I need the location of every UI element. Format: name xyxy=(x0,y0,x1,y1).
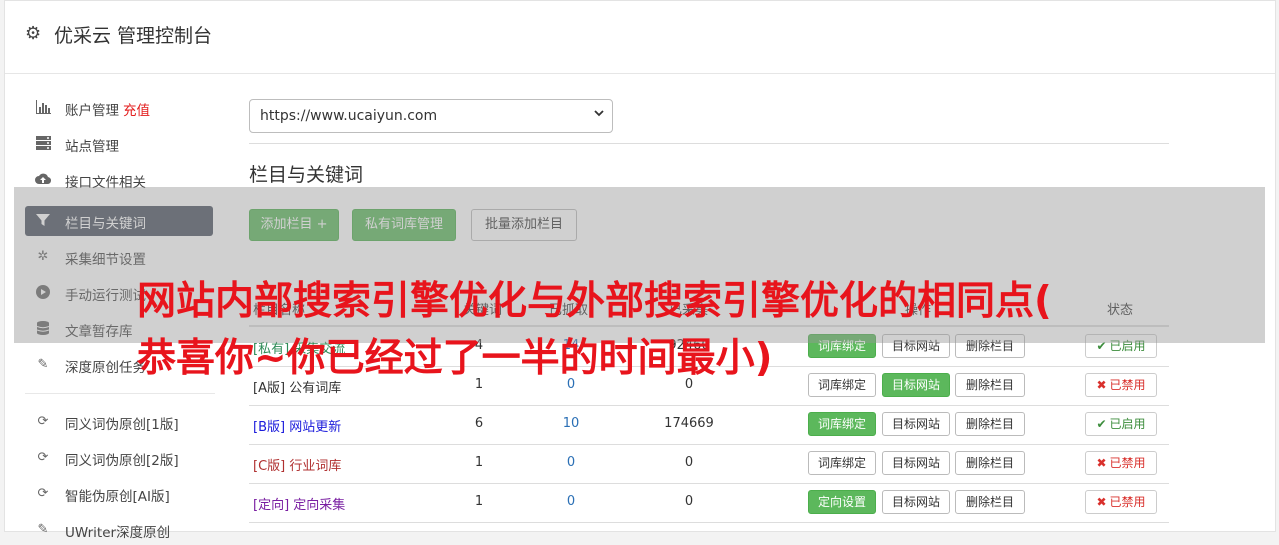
target-site-button[interactable]: 目标网站 xyxy=(882,490,950,514)
refresh-icon: ⟳ xyxy=(37,450,49,465)
sidebar-divider xyxy=(25,393,215,394)
column-tag: [C版] xyxy=(253,459,286,474)
delete-column-button[interactable]: 删除栏目 xyxy=(955,451,1025,475)
column-title: 网站更新 xyxy=(289,420,342,435)
sidebar-item-label: 同义词伪原创[1版] xyxy=(65,417,179,433)
table-row: [定向] 定向采集 1 0 0 定向设置 目标网站 删除栏目 ✖ 已禁用 xyxy=(249,483,1169,523)
status-toggle[interactable]: ✔ 已启用 xyxy=(1085,412,1157,436)
cell-col2: 6 xyxy=(474,416,484,431)
edit-icon: ✎ xyxy=(37,357,49,372)
bind-library-button[interactable]: 定向设置 xyxy=(808,490,876,514)
delete-column-button[interactable]: 删除栏目 xyxy=(955,412,1025,436)
sidebar-item-label: 深度原创任务 xyxy=(65,360,146,376)
refresh-icon: ⟳ xyxy=(37,486,49,501)
cross-icon: ✖ xyxy=(1096,495,1107,509)
sidebar-item-label: UWriter深度原创 xyxy=(65,525,171,541)
sidebar-item-uwriter[interactable]: ✎ UWriter深度原创 xyxy=(25,515,213,545)
status-toggle[interactable]: ✖ 已禁用 xyxy=(1085,451,1157,475)
check-icon: ✔ xyxy=(1096,417,1107,431)
status-label: 已禁用 xyxy=(1109,378,1146,392)
section-title: 栏目与关键词 xyxy=(249,164,364,186)
delete-column-button[interactable]: 删除栏目 xyxy=(955,373,1025,397)
site-select-value: https://www.ucaiyun.com xyxy=(260,108,438,124)
column-name[interactable]: [定向] 定向采集 xyxy=(253,494,345,513)
overlay-headline-1: 网站内部搜索引擎优化与外部搜索引擎优化的相同点( xyxy=(137,279,1052,324)
column-title: 定向采集 xyxy=(293,498,346,513)
column-tag: [A版] xyxy=(253,381,286,396)
target-site-button[interactable]: 目标网站 xyxy=(882,373,950,397)
cell-col2: 1 xyxy=(474,494,484,509)
cell-col4: 0 xyxy=(684,494,694,509)
cell-col4: 174669 xyxy=(664,416,714,431)
delete-column-button[interactable]: 删除栏目 xyxy=(955,490,1025,514)
cell-col4: 0 xyxy=(684,455,694,470)
header-bar: ⚙ 优采云 管理控制台 xyxy=(5,1,1275,74)
sidebar-item-synonym-v2[interactable]: ⟳ 同义词伪原创[2版] xyxy=(25,443,213,473)
target-site-button[interactable]: 目标网站 xyxy=(882,451,950,475)
cross-icon: ✖ xyxy=(1096,456,1107,470)
status-toggle[interactable]: ✖ 已禁用 xyxy=(1085,373,1157,397)
cell-col3: 0 xyxy=(566,455,576,470)
column-name[interactable]: [B版] 网站更新 xyxy=(253,416,341,435)
status-toggle[interactable]: ✖ 已禁用 xyxy=(1085,490,1157,514)
overlay-headline-2: 恭喜你~你已经过了一半的时间最小) xyxy=(137,336,773,381)
sidebar-item-label: 站点管理 xyxy=(65,139,119,155)
table-row: [C版] 行业词库 1 0 0 词库绑定 目标网站 删除栏目 ✖ 已禁用 xyxy=(249,444,1169,484)
server-icon xyxy=(35,136,51,154)
status-label: 已禁用 xyxy=(1109,495,1146,509)
refresh-icon: ⟳ xyxy=(37,414,49,429)
gear-icon: ⚙ xyxy=(25,23,42,44)
sidebar-item-label: 账户管理 xyxy=(65,103,119,119)
sidebar-item-account[interactable]: 账户管理 充值 xyxy=(25,93,213,123)
sidebar-item-label: 智能伪原创[AI版] xyxy=(65,489,170,505)
bind-library-button[interactable]: 词库绑定 xyxy=(808,412,876,436)
cell-col3: 0 xyxy=(566,494,576,509)
sidebar-item-ai-rewrite[interactable]: ⟳ 智能伪原创[AI版] xyxy=(25,479,213,509)
recharge-link[interactable]: 充值 xyxy=(123,103,150,119)
column-name[interactable]: [C版] 行业词库 xyxy=(253,455,341,474)
divider xyxy=(249,143,1169,144)
sidebar-item-synonym-v1[interactable]: ⟳ 同义词伪原创[1版] xyxy=(25,407,213,437)
page-title: 优采云 管理控制台 xyxy=(54,25,213,47)
bind-library-button[interactable]: 词库绑定 xyxy=(808,373,876,397)
bar-chart-icon xyxy=(35,100,51,118)
sidebar-item-label: 同义词伪原创[2版] xyxy=(65,453,179,469)
column-title: 公有词库 xyxy=(289,381,342,396)
target-site-button[interactable]: 目标网站 xyxy=(882,412,950,436)
status-label: 已启用 xyxy=(1109,417,1146,431)
column-tag: [B版] xyxy=(253,420,286,435)
chevron-down-icon xyxy=(594,107,604,122)
site-select[interactable]: https://www.ucaiyun.com xyxy=(249,99,613,133)
cross-icon: ✖ xyxy=(1096,378,1107,392)
status-label: 已禁用 xyxy=(1109,456,1146,470)
sidebar-item-sites[interactable]: 站点管理 xyxy=(25,129,213,159)
table-row: [B版] 网站更新 6 10 174669 词库绑定 目标网站 删除栏目 ✔ 已启用 xyxy=(249,405,1169,445)
column-title: 行业词库 xyxy=(289,459,342,474)
bind-library-button[interactable]: 词库绑定 xyxy=(808,451,876,475)
column-tag: [定向] xyxy=(253,498,290,513)
cell-col3: 10 xyxy=(562,416,580,431)
cell-col2: 1 xyxy=(474,455,484,470)
